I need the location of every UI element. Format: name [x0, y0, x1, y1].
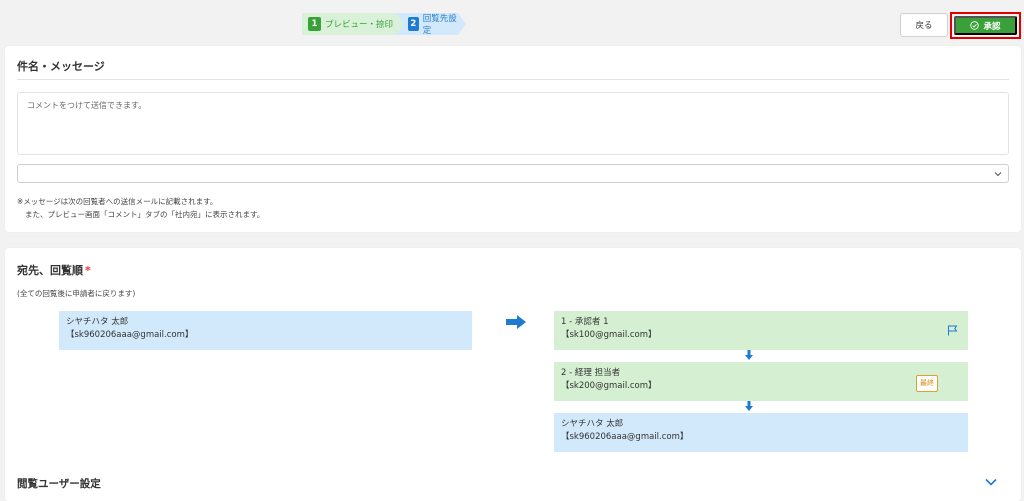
chevron-down-icon: [994, 172, 1002, 177]
sender-email: 【sk960206aaa@gmail.com】: [66, 330, 194, 340]
flag-icon[interactable]: [947, 325, 958, 336]
approve-label: 承認: [983, 20, 1001, 31]
route-label: 2 - 経理 担当者: [561, 368, 621, 378]
chevron-down-icon[interactable]: [984, 477, 998, 487]
step-number: 1: [308, 17, 321, 31]
route-section-title: 宛先、回覧順 *: [17, 262, 91, 278]
step-label: 回覧先設定: [422, 14, 457, 36]
check-circle-icon: [970, 21, 980, 30]
step-route-setting: 2 回覧先設定: [396, 13, 466, 36]
arrow-right-icon: [506, 315, 526, 329]
note-line: ※メッセージは次の回覧者への送信メールに記載されます。: [17, 197, 218, 206]
sender-name: シヤチハタ 太郎: [66, 317, 129, 327]
route-label: 1 - 承認者 1: [561, 317, 609, 327]
message-card: 件名・メッセージ コメントをつけて送信できます。 ※メッセージは次の回覧者への送…: [5, 46, 1021, 232]
route-label: シヤチハタ 太郎: [561, 419, 624, 429]
message-section-title: 件名・メッセージ: [17, 60, 105, 73]
route-title-text: 宛先、回覧順: [17, 264, 83, 277]
message-textarea[interactable]: コメントをつけて送信できます。: [17, 92, 1009, 155]
step-indicator: 1 プレビュー・捺印 2 回覧先設定: [302, 13, 466, 36]
route-email: 【sk960206aaa@gmail.com】: [561, 432, 689, 442]
route-email: 【sk100@gmail.com】: [561, 330, 657, 340]
step-preview: 1 プレビュー・捺印: [302, 13, 404, 35]
message-note: ※メッセージは次の回覧者への送信メールに記載されます。 また、プレビュー画面「コ…: [17, 196, 264, 221]
final-badge: 最終: [916, 375, 938, 392]
note-line: また、プレビュー画面「コメント」タブの「社内宛」に表示されます。: [25, 209, 265, 219]
route-item[interactable]: 1 - 承認者 1 【sk100@gmail.com】: [554, 311, 968, 350]
divider: [17, 79, 1009, 80]
approve-highlight: 承認: [950, 12, 1021, 39]
arrow-down-icon: [745, 401, 753, 411]
step-label: プレビュー・捺印: [325, 20, 394, 30]
back-button[interactable]: 戻る: [900, 13, 948, 37]
step-number: 2: [408, 17, 419, 31]
sender-box: シヤチハタ 太郎 【sk960206aaa@gmail.com】: [59, 311, 472, 350]
template-select[interactable]: [17, 164, 1009, 183]
viewer-section-title: 閲覧ユーザー設定: [17, 478, 101, 490]
route-email: 【sk200@gmail.com】: [561, 381, 657, 391]
route-item-return: シヤチハタ 太郎 【sk960206aaa@gmail.com】: [554, 413, 968, 452]
route-note: (全ての回覧後に申請者に戻ります): [17, 289, 136, 298]
arrow-down-icon: [745, 350, 753, 360]
route-card: 宛先、回覧順 * (全ての回覧後に申請者に戻ります) シヤチハタ 太郎 【sk96…: [5, 248, 1021, 501]
required-mark: *: [85, 264, 91, 277]
approve-button[interactable]: 承認: [954, 16, 1017, 35]
route-item[interactable]: 2 - 経理 担当者 【sk200@gmail.com】 最終: [554, 362, 968, 401]
